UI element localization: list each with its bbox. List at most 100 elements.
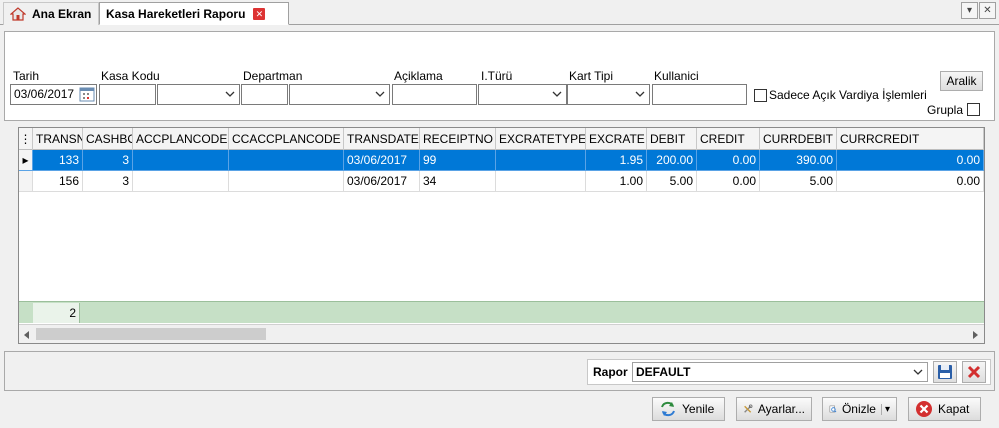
tab-home[interactable]: Ana Ekran — [3, 2, 99, 25]
chevron-down-icon — [552, 91, 562, 97]
departman-combo[interactable] — [289, 84, 390, 105]
delete-x-icon — [967, 365, 981, 379]
cell-accplancode[interactable] — [133, 150, 229, 171]
cell-credit[interactable]: 0.00 — [697, 150, 760, 171]
aciklama-label: Açiklama — [394, 69, 443, 83]
cell-excrate[interactable]: 1.95 — [586, 150, 647, 171]
row-count: 2 — [33, 303, 80, 323]
column-header-receiptno[interactable]: RECEIPTNO — [420, 128, 496, 150]
column-header-currcredit[interactable]: CURRCREDIT — [837, 128, 984, 150]
cell-debit[interactable]: 200.00 — [647, 150, 697, 171]
preview-icon — [829, 405, 837, 413]
onizle-label: Önizle — [841, 402, 876, 416]
tab-list-dropdown-button[interactable]: ▾ — [961, 2, 978, 19]
grupla-checkbox[interactable] — [967, 103, 980, 116]
refresh-icon — [661, 401, 675, 417]
cell-transdate[interactable]: 03/06/2017 — [344, 171, 420, 192]
scroll-right-icon[interactable] — [970, 329, 980, 339]
rapor-select-value: DEFAULT — [636, 365, 691, 379]
cell-transno[interactable]: 133 — [33, 150, 83, 171]
yenile-button[interactable]: Yenile — [652, 397, 725, 421]
column-header-transdate[interactable]: TRANSDATE — [344, 128, 420, 150]
scrollbar-thumb[interactable] — [36, 328, 266, 340]
cell-cashbox[interactable]: 3 — [83, 171, 133, 192]
sadece-acik-vardiya-label: Sadece Açık Vardiya İşlemleri — [769, 88, 927, 102]
cell-ccaccplancode[interactable] — [229, 171, 344, 192]
cell-receiptno[interactable]: 34 — [420, 171, 496, 192]
yenile-label: Yenile — [682, 402, 715, 416]
tarih-label: Tarih — [13, 69, 40, 83]
cell-accplancode[interactable] — [133, 171, 229, 192]
chevron-down-icon — [225, 91, 235, 97]
calendar-icon[interactable] — [79, 86, 95, 102]
i-turu-label: I.Türü — [481, 69, 513, 83]
rapor-select[interactable]: DEFAULT — [632, 362, 928, 382]
tab-home-label: Ana Ekran — [32, 7, 92, 21]
cell-currdebit[interactable]: 390.00 — [760, 150, 837, 171]
cell-excrate[interactable]: 1.00 — [586, 171, 647, 192]
cell-receiptno[interactable]: 99 — [420, 150, 496, 171]
column-header-currdebit[interactable]: CURRDEBIT — [760, 128, 837, 150]
cell-excratetype[interactable] — [496, 150, 586, 171]
kasa-kodu-label: Kasa Kodu — [101, 69, 160, 83]
tools-icon — [744, 404, 753, 413]
save-report-button[interactable] — [933, 361, 957, 383]
column-header-transno[interactable]: TRANSNO — [33, 128, 83, 150]
row-indicator — [19, 171, 33, 192]
aralik-button[interactable]: Aralik — [940, 71, 983, 91]
cell-excratetype[interactable] — [496, 171, 586, 192]
close-icon: ✕ — [983, 5, 992, 16]
chevron-down-icon: ▾ — [966, 5, 973, 16]
cell-credit[interactable]: 0.00 — [697, 171, 760, 192]
scroll-left-icon[interactable] — [22, 329, 32, 339]
column-header-credit[interactable]: CREDIT — [697, 128, 760, 150]
chevron-down-icon[interactable]: ▾ — [880, 403, 890, 415]
cell-transno[interactable]: 156 — [33, 171, 83, 192]
home-icon — [9, 7, 27, 21]
column-header-cashbox[interactable]: CASHBOX — [83, 128, 133, 150]
kullanici-label: Kullanici — [654, 69, 699, 83]
column-header-debit[interactable]: DEBIT — [647, 128, 697, 150]
kart-tipi-combo[interactable] — [567, 84, 650, 105]
sadece-acik-vardiya-checkbox[interactable] — [754, 89, 767, 102]
column-header-excrate[interactable]: EXCRATE — [586, 128, 647, 150]
column-chooser-icon[interactable]: ⋮ — [19, 128, 33, 150]
cell-currdebit[interactable]: 5.00 — [760, 171, 837, 192]
kapat-label: Kapat — [938, 402, 970, 416]
i-turu-combo[interactable] — [478, 84, 567, 105]
kapat-button[interactable]: Kapat — [908, 397, 981, 421]
ayarlar-button[interactable]: Ayarlar... — [736, 397, 812, 421]
table-row[interactable]: ▸ 133 3 03/06/2017 99 1.95 200.00 0.00 3… — [19, 150, 984, 171]
row-indicator-icon: ▸ — [19, 150, 33, 171]
cell-currcredit[interactable]: 0.00 — [837, 171, 984, 192]
close-circle-icon — [916, 401, 932, 417]
table-row[interactable]: 156 3 03/06/2017 34 1.00 5.00 0.00 5.00 … — [19, 171, 984, 192]
chevron-down-icon — [913, 369, 923, 375]
tab-close-icon[interactable]: ✕ — [253, 7, 266, 20]
data-grid[interactable]: ⋮ TRANSNO CASHBOX ACCPLANCODE CCACCPLANC… — [18, 127, 985, 344]
onizle-button[interactable]: Önizle ▾ — [822, 397, 897, 421]
grupla-label: Grupla — [927, 103, 964, 117]
close-window-button[interactable]: ✕ — [979, 2, 996, 19]
kasa-kodu-combo[interactable] — [157, 84, 240, 105]
tab-kasa-hareketleri[interactable]: Kasa Hareketleri Raporu ✕ — [99, 2, 289, 25]
cell-currcredit[interactable]: 0.00 — [837, 150, 984, 171]
column-header-accplancode[interactable]: ACCPLANCODE — [133, 128, 229, 150]
kasa-kodu-input[interactable] — [99, 84, 156, 105]
departman-input[interactable] — [241, 84, 288, 105]
column-header-ccaccplancode[interactable]: CCACCPLANCODE — [229, 128, 344, 150]
delete-report-button[interactable] — [962, 361, 986, 383]
cell-cashbox[interactable]: 3 — [83, 150, 133, 171]
cell-debit[interactable]: 5.00 — [647, 171, 697, 192]
cell-ccaccplancode[interactable] — [229, 150, 344, 171]
aciklama-input[interactable] — [392, 84, 477, 105]
chevron-down-icon — [635, 91, 645, 97]
rapor-label: Rapor — [593, 365, 628, 379]
horizontal-scrollbar[interactable] — [19, 324, 984, 343]
cell-transdate[interactable]: 03/06/2017 — [344, 150, 420, 171]
kullanici-input[interactable] — [652, 84, 747, 105]
grid-footer: 2 — [19, 301, 984, 323]
report-panel: Rapor DEFAULT — [4, 351, 995, 391]
column-header-excratetype[interactable]: EXCRATETYPE — [496, 128, 586, 150]
chevron-down-icon — [375, 91, 385, 97]
